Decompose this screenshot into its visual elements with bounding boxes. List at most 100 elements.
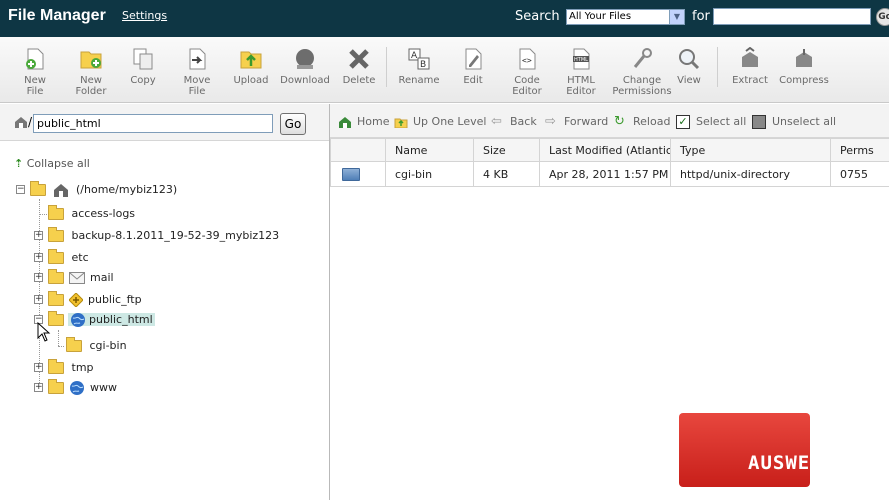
home-label: Home [357,115,390,128]
upload-icon [240,51,262,69]
search-go-button[interactable]: Go [876,8,889,26]
search-scope-select[interactable]: All Your Files ▼ [566,9,685,25]
expand-toggle[interactable]: + [34,383,43,392]
copy-label: Copy [130,75,156,86]
view-button[interactable]: View [674,45,704,86]
up-one-level-button[interactable]: Up One Level [394,115,486,128]
row-perms[interactable]: 0755 [830,161,889,187]
tree-item-mail[interactable]: + mail [30,269,114,287]
delete-button[interactable]: Delete [340,45,378,86]
up-folder-icon [394,118,408,128]
select-all-button[interactable]: ✓ Select all [676,115,746,129]
delete-label: Delete [342,75,376,86]
rename-button[interactable]: AB Rename [396,45,442,86]
row-name[interactable]: cgi-bin [385,161,474,187]
column-header-name[interactable]: Name [385,138,474,162]
edit-icon [465,48,482,70]
row-size: 4 KB [473,161,540,187]
expand-toggle[interactable]: + [34,363,43,372]
watermark-badge [679,413,810,487]
extract-label: Extract [732,75,768,86]
edit-button[interactable]: Edit [455,45,491,86]
new-file-button[interactable]: New File [12,45,58,97]
code-editor-button[interactable]: <> Code Editor [507,45,547,97]
tree-item-etc[interactable]: + etc [30,249,89,267]
home-button[interactable]: Home [338,115,389,128]
expand-toggle[interactable]: + [34,295,43,304]
folder-icon [48,379,64,394]
tree-item-www[interactable]: + www [30,379,117,397]
delete-icon [349,49,369,69]
path-input[interactable]: public_html [33,114,273,133]
for-label: for [692,9,710,24]
open-folder-icon [30,181,46,196]
back-arrow-icon: ⇦ [491,114,502,129]
expand-toggle[interactable]: + [34,231,43,240]
compress-button[interactable]: Compress [778,45,830,86]
path-separator: / [28,115,33,129]
copy-button[interactable]: Copy [124,45,162,86]
upload-label: Upload [233,75,269,86]
change-permissions-label: Change Permissions [612,75,672,97]
column-header-perms[interactable]: Perms [830,138,889,162]
tree-item-cgi-bin[interactable]: cgi-bin [58,337,127,355]
html-editor-button[interactable]: HTML HTML Editor [561,45,601,97]
collapse-arrow-icon: ⇡ [14,157,24,170]
folder-icon [48,291,64,306]
tree-item-label: cgi-bin [89,339,127,352]
new-file-label: New File [24,75,46,97]
collapse-toggle[interactable]: − [16,185,25,194]
column-header-type[interactable]: Type [670,138,831,162]
reload-button[interactable]: ↻ Reload [614,115,670,128]
tree-root-label: (/home/mybiz123) [76,183,178,196]
upload-button[interactable]: Upload [231,45,271,86]
change-permissions-button[interactable]: Change Permissions [608,45,676,97]
tree-item-label: www [90,381,117,394]
header-bar: File Manager Settings Search All Your Fi… [0,0,889,37]
view-icon [679,49,700,70]
rename-icon: AB [408,48,430,70]
forward-label: Forward [564,115,609,128]
new-folder-button[interactable]: New Folder [68,45,114,97]
tree-item-public-ftp[interactable]: + public_ftp [30,291,142,309]
column-header-size[interactable]: Size [473,138,540,162]
new-file-icon [26,48,44,70]
column-header-modified[interactable]: Last Modified (Atlantic Daylight Time) [539,138,671,162]
collapse-all-label: Collapse all [26,157,90,170]
download-button[interactable]: Download [279,45,331,86]
forward-button[interactable]: ⇨ Forward [545,115,608,128]
code-editor-label: Code Editor [512,75,542,97]
code-editor-icon: <> [519,48,536,70]
back-label: Back [510,115,537,128]
expand-toggle[interactable]: + [34,253,43,262]
tree-item-access-logs[interactable]: access-logs [30,205,135,223]
tree-item-label: public_ftp [88,293,142,306]
svg-text:A: A [411,51,418,61]
path-go-button[interactable]: Go [280,113,306,135]
tree-item-tmp[interactable]: + tmp [30,359,94,377]
tree-item-backup[interactable]: + backup-8.1.2011_19-52-39_mybiz123 [30,227,279,245]
toolbar-divider [717,47,718,87]
app-title: File Manager [8,7,106,24]
unselect-all-button[interactable]: Unselect all [752,115,836,129]
new-folder-icon [80,51,102,69]
move-file-icon [189,48,206,70]
table-row[interactable]: cgi-bin 4 KB Apr 28, 2011 1:57 PM httpd/… [330,161,889,187]
table-header-row: Name Size Last Modified (Atlantic Daylig… [330,138,889,162]
settings-link[interactable]: Settings [122,9,167,22]
reload-label: Reload [633,115,671,128]
row-type: httpd/unix-directory [670,161,831,187]
collapse-all-link[interactable]: ⇡ Collapse all [14,157,90,170]
download-label: Download [280,75,330,86]
search-input[interactable] [713,8,871,25]
tree-item-label: backup-8.1.2011_19-52-39_mybiz123 [71,229,280,242]
column-header-icon[interactable] [330,138,386,162]
back-button[interactable]: ⇦ Back [491,115,537,128]
tree-root[interactable]: − (/home/mybiz123) [16,181,177,199]
html-editor-label: HTML Editor [566,75,596,97]
chevron-down-icon[interactable]: ▼ [669,10,684,24]
expand-toggle[interactable]: + [34,273,43,282]
move-file-button[interactable]: Move File [171,45,223,97]
extract-button[interactable]: Extract [729,45,771,86]
home-icon[interactable] [14,116,28,128]
